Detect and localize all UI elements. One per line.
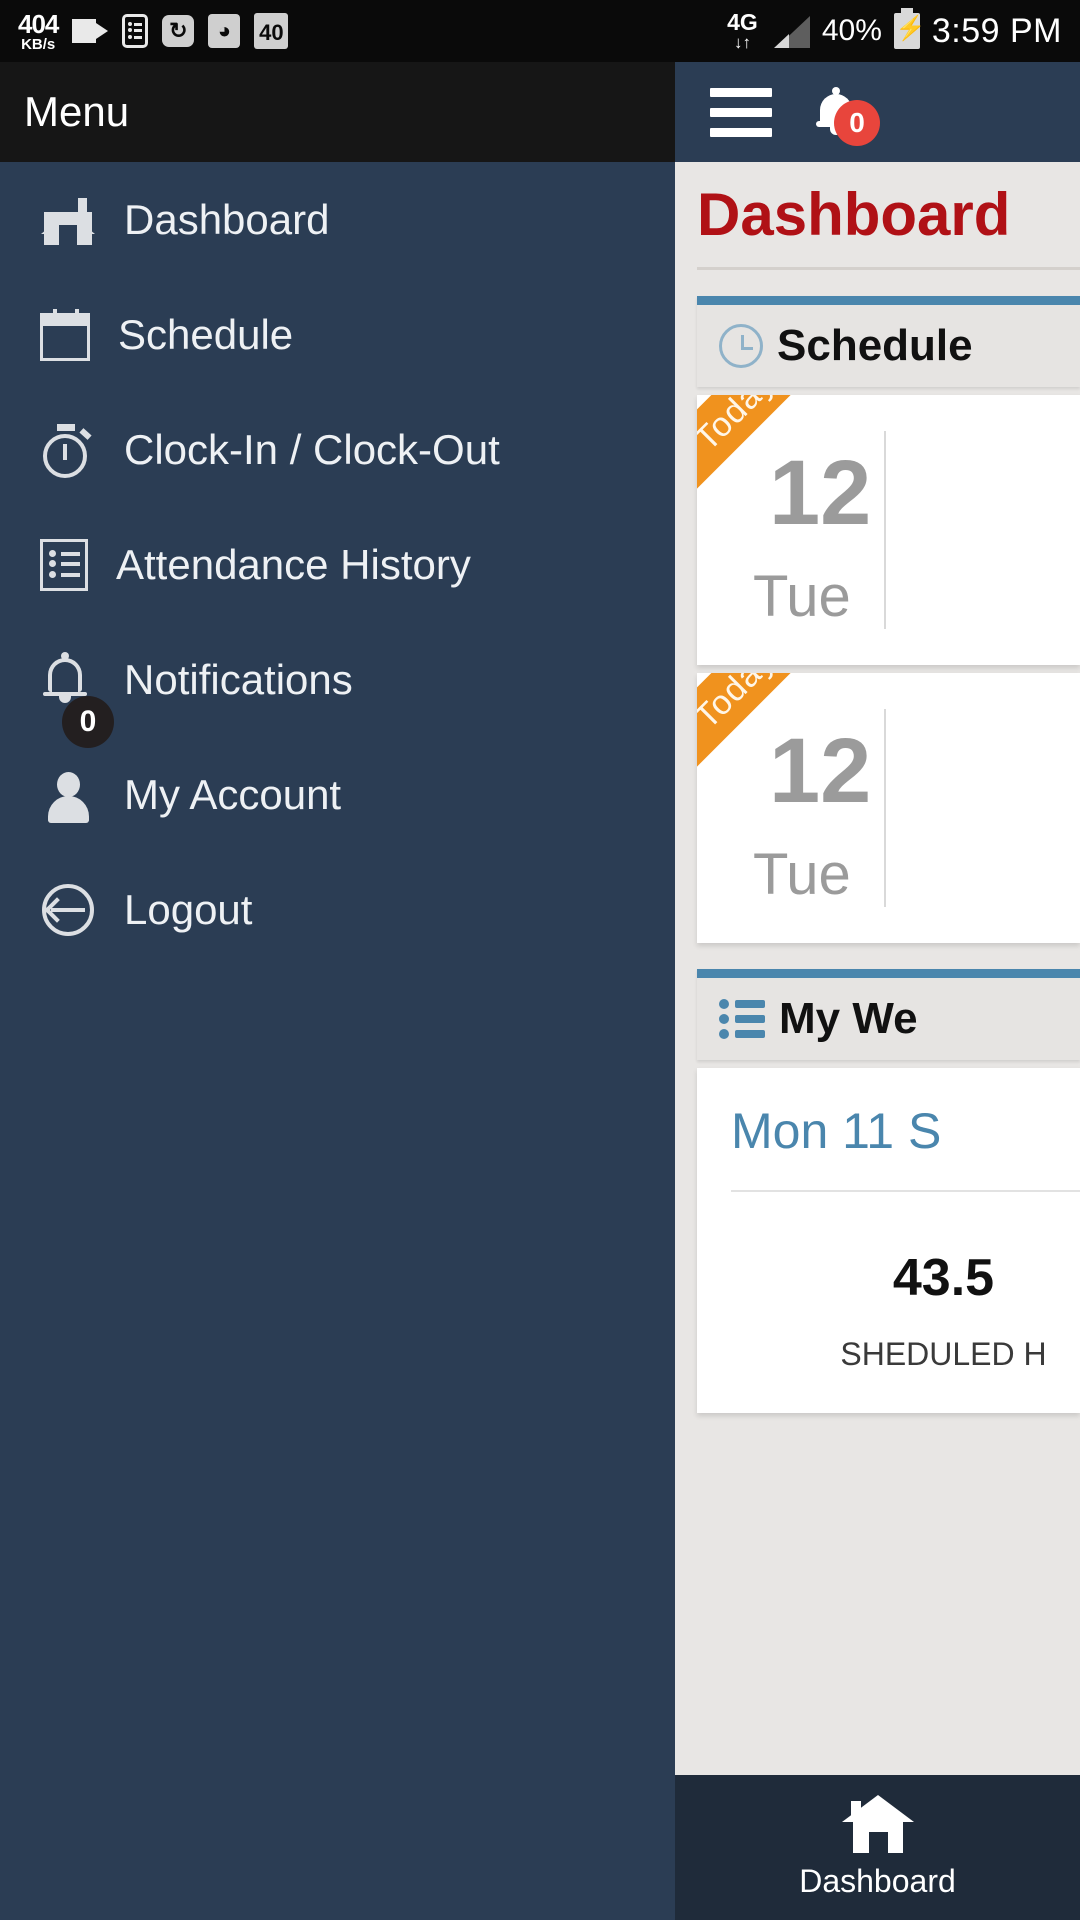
network-type-indicator: 4G ↓↑ xyxy=(727,9,758,52)
schedule-day-card[interactable]: Today 12 Tue xyxy=(697,395,1080,665)
sidebar-item-label: Clock-In / Clock-Out xyxy=(124,425,500,473)
network-speed-indicator: 404 KB/s xyxy=(18,8,59,53)
title-divider xyxy=(697,267,1080,270)
bullet-list-icon xyxy=(719,999,765,1039)
forty-badge-icon: 40 xyxy=(254,13,289,49)
sidebar-item-label: My Account xyxy=(124,770,342,818)
sidebar-item-notifications[interactable]: Notifications 0 xyxy=(0,622,675,748)
home-icon[interactable] xyxy=(841,1795,914,1853)
main-content: Dashboard Schedule Today 12 Tue Today 12… xyxy=(675,162,1080,1775)
sidebar-item-schedule[interactable]: Schedule xyxy=(0,277,675,392)
home-icon xyxy=(40,192,96,248)
sidebar-item-label: Dashboard xyxy=(124,195,330,243)
drawer-title: Menu xyxy=(24,88,130,135)
clock-icon xyxy=(719,324,763,368)
notifications-button[interactable]: 0 xyxy=(814,87,880,146)
battery-percent: 40% xyxy=(821,14,882,47)
sidebar-item-label: Attendance History xyxy=(116,540,471,588)
sidebar-item-clock-in-out[interactable]: Clock-In / Clock-Out xyxy=(0,392,675,507)
app-bar: 0 xyxy=(675,62,1080,162)
card-divider xyxy=(884,709,886,907)
sync-icon: ↻ xyxy=(162,15,195,47)
list-icon xyxy=(40,538,88,591)
hamburger-icon[interactable] xyxy=(710,87,772,137)
wifi-icon: ◕ xyxy=(208,14,241,48)
data-arrows-icon: ↓↑ xyxy=(733,33,751,52)
bottom-nav-item-dashboard[interactable]: Dashboard xyxy=(799,1863,956,1900)
sidebar-item-label: Schedule xyxy=(118,310,294,358)
status-bar-right: 4G ↓↑ 40% 3:59 PM xyxy=(727,8,1062,52)
logout-icon xyxy=(40,882,96,938)
hamburger-bar xyxy=(710,107,772,117)
schedule-panel-title: Schedule xyxy=(777,321,973,370)
hamburger-bar xyxy=(710,127,772,137)
signal-strength-icon xyxy=(770,14,810,48)
sidebar-item-label: Logout xyxy=(124,885,253,933)
navigation-drawer: Dashboard Schedule Clock-In / Clock-Out … xyxy=(0,162,675,1920)
network-speed-value: 404 xyxy=(18,8,59,39)
schedule-day-name: Tue xyxy=(753,842,851,907)
scheduled-hours-label: SHEDULED H xyxy=(840,1336,1047,1372)
network-speed-unit: KB/s xyxy=(21,35,56,53)
video-icon xyxy=(72,19,109,43)
schedule-day-card[interactable]: Today 12 Tue xyxy=(697,673,1080,943)
status-bar-left: 404 KB/s ↻ ◕ 40 xyxy=(18,8,289,53)
drawer-header: Menu xyxy=(0,62,675,162)
stopwatch-icon xyxy=(40,422,96,478)
schedule-day-name: Tue xyxy=(753,564,851,629)
sidebar-item-dashboard[interactable]: Dashboard xyxy=(0,162,675,277)
sidebar-item-attendance-history[interactable]: Attendance History xyxy=(0,507,675,622)
status-bar: 404 KB/s ↻ ◕ 40 4G ↓↑ 40% 3:59 PM xyxy=(0,0,1080,62)
sidebar-item-logout[interactable]: Logout xyxy=(0,852,675,967)
week-panel-title: My We xyxy=(779,994,918,1043)
user-icon xyxy=(40,767,96,823)
bottom-navigation-bar: Dashboard xyxy=(675,1775,1080,1920)
schedule-panel-header: Schedule xyxy=(697,296,1080,387)
week-panel: My We Mon 11 S 43.5 SHEDULED H xyxy=(697,969,1080,1413)
calendar-icon xyxy=(40,309,90,361)
card-divider xyxy=(884,431,886,629)
schedule-day-number: 12 xyxy=(769,442,872,544)
week-date-label: Mon 11 S xyxy=(731,1103,942,1159)
sidebar-item-label: Notifications xyxy=(124,655,353,703)
schedule-panel: Schedule Today 12 Tue Today 12 Tue xyxy=(697,296,1080,943)
scheduled-hours-value: 43.5 xyxy=(892,1249,995,1307)
hamburger-bar xyxy=(710,87,772,97)
page-title: Dashboard xyxy=(697,181,1011,248)
battery-charging-icon xyxy=(893,8,926,49)
schedule-day-number: 12 xyxy=(769,720,872,822)
week-summary-card[interactable]: Mon 11 S 43.5 SHEDULED H xyxy=(697,1068,1080,1413)
notification-badge: 0 xyxy=(834,100,880,146)
network-type-label: 4G xyxy=(727,9,758,35)
status-bar-clock: 3:59 PM xyxy=(931,11,1062,50)
list-icon xyxy=(122,14,149,48)
week-panel-header: My We xyxy=(697,969,1080,1060)
sidebar-item-my-account[interactable]: My Account xyxy=(0,737,675,852)
